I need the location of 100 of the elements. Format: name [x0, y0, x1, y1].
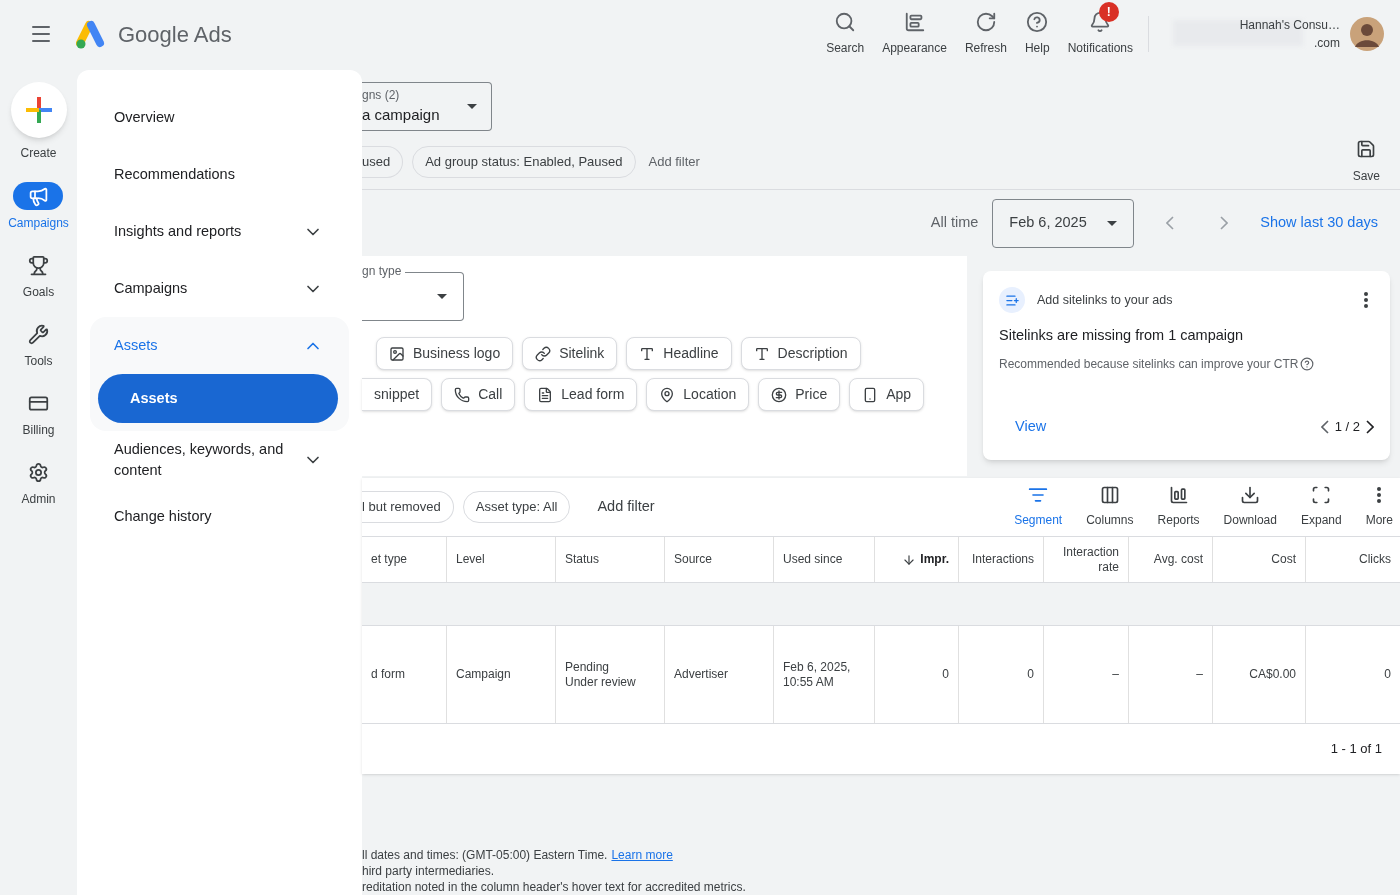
filter-chip[interactable]: Call [441, 378, 516, 411]
table-cell: – [1043, 626, 1128, 723]
account-email: .com [1314, 35, 1340, 52]
text-icon [753, 345, 770, 362]
filter-chip[interactable]: Description [740, 337, 861, 370]
filter-chip[interactable]: Location [646, 378, 750, 411]
show-last-30-days-link[interactable]: Show last 30 days [1260, 212, 1378, 234]
drawer-item[interactable]: Recommendations [90, 146, 349, 203]
table-cell: 0 [958, 626, 1043, 723]
card-description: Recommended because sitelinks can improve your CTR [999, 355, 1299, 373]
download-icon [1240, 485, 1261, 505]
toolbar-button[interactable]: Search [817, 11, 874, 57]
filter-chip[interactable]: Sitelink [522, 337, 618, 370]
filter-chip[interactable]: Headline [626, 337, 732, 370]
table-cell: Advertiser [664, 626, 773, 723]
table-cell: 0 [1305, 626, 1400, 723]
table-cell: 0 [874, 626, 958, 723]
column-header[interactable]: Level [446, 537, 555, 582]
column-header[interactable]: Avg. cost [1128, 537, 1212, 582]
phone-icon [454, 386, 471, 403]
footer-text: reditation noted in the column header's hover text for accredited metrics. [362, 879, 746, 895]
column-header[interactable]: Source [664, 537, 773, 582]
column-header[interactable]: Cost [1212, 537, 1305, 582]
more-icon [1377, 487, 1382, 503]
add-filter-button[interactable]: Add filter [597, 496, 655, 518]
text-icon [639, 345, 656, 362]
link-icon [535, 345, 552, 362]
avatar[interactable] [1350, 17, 1384, 51]
table-tool-button[interactable]: Reports [1145, 485, 1212, 529]
toolbar-button[interactable]: Refresh [955, 11, 1016, 57]
table-tool-button[interactable]: Expand [1288, 485, 1354, 529]
drawer-item[interactable]: Campaigns [90, 260, 349, 317]
save-icon [1356, 139, 1377, 159]
bell-icon [1089, 11, 1112, 33]
view-button[interactable]: View [1015, 416, 1047, 438]
learn-more-link[interactable]: Learn more [611, 846, 673, 864]
previous-icon[interactable] [1320, 420, 1329, 435]
segment-icon [1028, 485, 1049, 505]
appearance-icon [903, 11, 926, 33]
filter-chip[interactable]: Lead form [524, 378, 638, 411]
table-tool-button[interactable]: Columns [1074, 485, 1146, 529]
dropdown-caret-icon [1107, 220, 1118, 226]
filter-chip[interactable]: snippet [362, 378, 433, 411]
table-tool-button[interactable]: Segment [1002, 485, 1075, 529]
drawer-item[interactable]: Change history [90, 488, 349, 545]
chevron-left-icon [1166, 216, 1175, 230]
wrench-icon [28, 323, 49, 345]
column-header[interactable]: Interactions [958, 537, 1043, 582]
date-preset: All time [930, 213, 979, 233]
table-cell: – [1128, 626, 1212, 723]
filter-chip[interactable]: Price [758, 378, 841, 411]
dollar-icon [771, 386, 788, 403]
search-icon [834, 11, 857, 33]
toolbar-button[interactable]: Appearance [873, 11, 956, 57]
card-title: Add sitelinks to your ads [1037, 291, 1173, 309]
save-button[interactable]: Save [1352, 139, 1380, 185]
column-header[interactable]: Impr. [874, 537, 958, 582]
expand-icon [1311, 485, 1332, 505]
table-cell: Pending Under review [555, 626, 664, 723]
product-name: Google Ads [118, 20, 232, 49]
footer-text: hird party intermediaries. [362, 863, 495, 880]
column-header[interactable]: et type [362, 537, 446, 582]
footer-text: ll dates and times: (GMT-05:00) Eastern Time. [362, 847, 608, 864]
settings-icon [28, 461, 49, 483]
drawer-item[interactable]: Assets [90, 317, 349, 374]
rail-item[interactable]: Billing [13, 389, 64, 458]
rail-item[interactable]: Goals [13, 251, 64, 320]
campaign-select[interactable]: gns (2) a campaign [362, 82, 492, 131]
drawer-item[interactable]: Insights and reports [90, 203, 349, 260]
next-icon[interactable] [1366, 420, 1374, 435]
field-label: gn type [362, 264, 406, 278]
form-icon [537, 386, 554, 403]
megaphone-icon [28, 185, 49, 207]
drawer-item[interactable]: Audiences, keywords, and content [90, 431, 349, 488]
rail-item[interactable]: Admin [13, 458, 64, 527]
filter-chip[interactable]: Business logo [376, 337, 514, 370]
add-filter-button[interactable]: Add filter [648, 152, 700, 172]
rail-item[interactable]: Campaigns [8, 182, 69, 251]
table-cell: Feb 6, 2025, 10:55 AM [773, 626, 874, 723]
table-tool-button[interactable]: Download [1211, 485, 1289, 529]
column-header[interactable]: Used since [773, 537, 874, 582]
drawer-subitem[interactable]: Assets [98, 374, 338, 423]
column-header[interactable]: Status [555, 537, 664, 582]
table-cell: Campaign [446, 626, 555, 723]
help-icon [1300, 356, 1315, 371]
date-field[interactable]: Feb 6, 2025 [992, 198, 1135, 248]
toolbar-button[interactable]: Help [1015, 11, 1059, 57]
plus-icon [25, 97, 52, 123]
card-headline: Sitelinks are missing from 1 campaign [999, 326, 1245, 345]
account-name: Hannah's Consu… [1239, 17, 1340, 34]
rail-item[interactable]: Tools [13, 320, 64, 389]
column-header[interactable]: Interaction rate [1043, 537, 1128, 582]
table-tool-button[interactable]: More [1353, 485, 1400, 529]
dropdown-caret-icon [437, 294, 447, 299]
drawer-item[interactable]: Overview [90, 89, 349, 146]
sitelink-icon [999, 287, 1025, 313]
table-cell: CA$0.00 [1212, 626, 1305, 723]
filter-chip[interactable]: App [849, 378, 925, 411]
column-header[interactable]: Clicks [1305, 537, 1400, 582]
pin-icon [659, 386, 676, 403]
